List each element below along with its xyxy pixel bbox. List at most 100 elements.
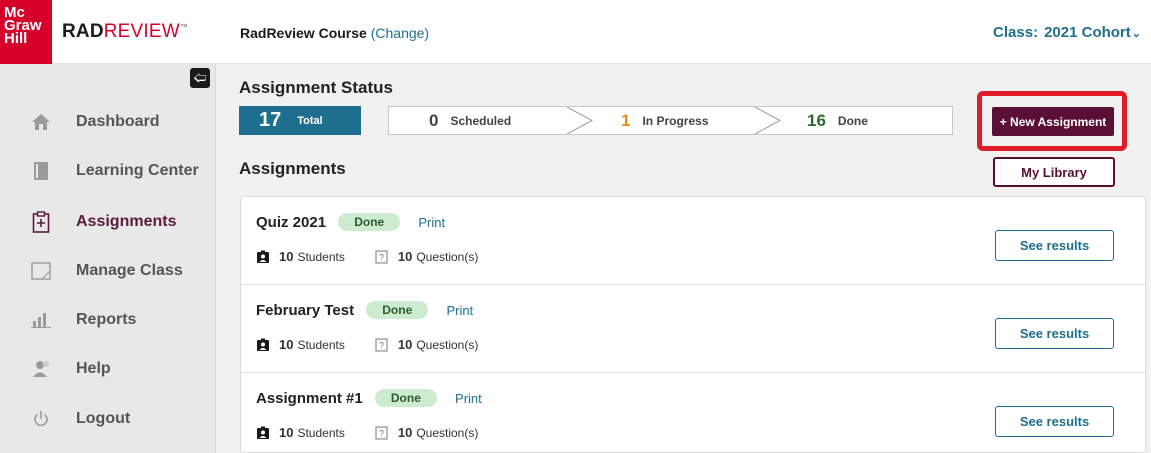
status-badge: Done bbox=[366, 301, 429, 319]
students-label: Students bbox=[297, 425, 345, 440]
see-results-button[interactable]: See results bbox=[995, 406, 1114, 437]
print-link[interactable]: Print bbox=[418, 215, 445, 230]
student-count: 10 bbox=[279, 337, 294, 352]
total-count: 17 bbox=[259, 109, 282, 131]
product-name: RADREVIEW™ bbox=[62, 21, 188, 43]
class-value: 2021 Cohort bbox=[1044, 24, 1131, 41]
assignment-title-line: Assignment #1 Done Print bbox=[256, 389, 482, 407]
total-count-box[interactable]: 17 Total bbox=[239, 106, 361, 135]
header: Mc Graw Hill RADREVIEW™ RadReview Course… bbox=[0, 0, 1151, 64]
in-progress-stage[interactable]: 1 In Progress bbox=[621, 107, 709, 134]
total-label: Total bbox=[297, 114, 323, 127]
clipboard-icon bbox=[29, 210, 53, 234]
product-name-bold: RAD bbox=[62, 21, 104, 42]
sidebar-item-manage-class[interactable]: Manage Class bbox=[0, 251, 216, 291]
question-count: 10 bbox=[397, 425, 413, 440]
collapse-sidebar-button[interactable]: 🢠 bbox=[190, 68, 210, 88]
print-link[interactable]: Print bbox=[446, 303, 473, 318]
assignment-title-line: Quiz 2021 Done Print bbox=[256, 213, 445, 231]
bar-chart-icon bbox=[29, 308, 53, 332]
sidebar-item-assignments[interactable]: Assignments bbox=[0, 202, 216, 242]
window-icon bbox=[29, 259, 53, 283]
scheduled-label: Scheduled bbox=[450, 113, 512, 128]
done-count: 16 bbox=[807, 110, 826, 130]
assignment-title-line: February Test Done Print bbox=[256, 301, 473, 319]
product-name-rest: REVIEW bbox=[103, 21, 180, 42]
app-root: Mc Graw Hill RADREVIEW™ RadReview Course… bbox=[0, 0, 1151, 453]
sidebar: 🢠 Dashboard Learning Center Assignments bbox=[0, 64, 216, 453]
svg-text:?: ? bbox=[379, 428, 384, 438]
class-label: Class: bbox=[993, 24, 1039, 41]
change-course-link[interactable]: (Change) bbox=[371, 25, 429, 41]
status-badge: Done bbox=[338, 213, 401, 231]
status-badge: Done bbox=[374, 389, 437, 407]
book-icon bbox=[29, 159, 53, 183]
table-row: Quiz 2021 Done Print 10 Students ? 10 Qu… bbox=[241, 197, 1145, 285]
trademark: ™ bbox=[179, 22, 189, 32]
print-link[interactable]: Print bbox=[455, 391, 482, 406]
sidebar-item-help[interactable]: Help bbox=[0, 349, 216, 389]
sidebar-item-label: Dashboard bbox=[76, 113, 160, 130]
question-icon: ? bbox=[375, 426, 389, 440]
scheduled-stage[interactable]: 0 Scheduled bbox=[429, 107, 511, 134]
arrow-left-icon: 🢠 bbox=[193, 70, 207, 85]
sidebar-item-label: Logout bbox=[76, 410, 131, 427]
chevron-right-icon bbox=[567, 107, 593, 134]
assignment-name[interactable]: February Test bbox=[256, 302, 354, 319]
assignment-list: Quiz 2021 Done Print 10 Students ? 10 Qu… bbox=[240, 196, 1146, 453]
see-results-button[interactable]: See results bbox=[995, 230, 1114, 261]
question-count: 10 bbox=[397, 337, 413, 352]
question-icon: ? bbox=[375, 338, 389, 352]
questions-label: Question(s) bbox=[416, 337, 479, 352]
assignment-name[interactable]: Quiz 2021 bbox=[256, 214, 326, 231]
id-badge-icon bbox=[256, 426, 270, 440]
students-label: Students bbox=[297, 249, 345, 264]
question-icon: ? bbox=[375, 250, 389, 264]
id-badge-icon bbox=[256, 338, 270, 352]
student-count: 10 bbox=[279, 249, 294, 264]
sidebar-item-learning-center[interactable]: Learning Center bbox=[0, 151, 216, 191]
status-pipeline: 0 Scheduled 1 In Progress 16 Done bbox=[388, 106, 953, 135]
assignment-meta: 10 Students ? 10 Question(s) bbox=[256, 337, 478, 352]
sidebar-item-label: Assignments bbox=[76, 213, 177, 230]
sidebar-item-logout[interactable]: Logout bbox=[0, 399, 216, 439]
sidebar-item-dashboard[interactable]: Dashboard bbox=[0, 102, 216, 142]
sidebar-item-label: Reports bbox=[76, 311, 137, 328]
help-person-icon bbox=[29, 357, 53, 381]
sidebar-item-label: Help bbox=[76, 360, 111, 377]
home-icon bbox=[29, 110, 53, 134]
table-row: Assignment #1 Done Print 10 Students ? 1… bbox=[241, 373, 1145, 453]
chevron-right-icon bbox=[755, 107, 781, 134]
questions-label: Question(s) bbox=[416, 249, 479, 264]
new-assignment-button[interactable]: + New Assignment bbox=[992, 107, 1114, 136]
see-results-button[interactable]: See results bbox=[995, 318, 1114, 349]
mcgraw-hill-logo: Mc Graw Hill bbox=[0, 0, 52, 64]
assignment-name[interactable]: Assignment #1 bbox=[256, 390, 363, 407]
course-name: RadReview Course bbox=[240, 25, 367, 41]
my-library-button[interactable]: My Library bbox=[993, 157, 1115, 187]
assignments-title: Assignments bbox=[239, 159, 346, 178]
in-progress-label: In Progress bbox=[642, 113, 709, 128]
id-badge-icon bbox=[256, 250, 270, 264]
svg-text:?: ? bbox=[379, 252, 384, 262]
assignment-meta: 10 Students ? 10 Question(s) bbox=[256, 249, 478, 264]
main-content: Assignment Status 17 Total 0 Scheduled 1… bbox=[216, 64, 1151, 453]
done-label: Done bbox=[837, 113, 868, 128]
chevron-down-icon: ⌄ bbox=[1131, 28, 1141, 40]
done-stage[interactable]: 16 Done bbox=[807, 107, 868, 134]
question-count: 10 bbox=[397, 249, 413, 264]
sidebar-item-label: Learning Center bbox=[76, 162, 199, 179]
class-selector[interactable]: Class: 2021 Cohort⌄ bbox=[993, 24, 1141, 41]
scheduled-count: 0 bbox=[429, 110, 439, 130]
students-label: Students bbox=[297, 337, 345, 352]
table-row: February Test Done Print 10 Students ? 1… bbox=[241, 285, 1145, 373]
course-info: RadReview Course (Change) bbox=[240, 25, 429, 41]
student-count: 10 bbox=[279, 425, 294, 440]
power-icon bbox=[29, 407, 53, 431]
sidebar-item-label: Manage Class bbox=[76, 262, 183, 279]
assignment-status-title: Assignment Status bbox=[239, 78, 393, 97]
questions-label: Question(s) bbox=[416, 425, 479, 440]
in-progress-count: 1 bbox=[621, 110, 631, 130]
sidebar-item-reports[interactable]: Reports bbox=[0, 300, 216, 340]
svg-text:?: ? bbox=[379, 340, 384, 350]
